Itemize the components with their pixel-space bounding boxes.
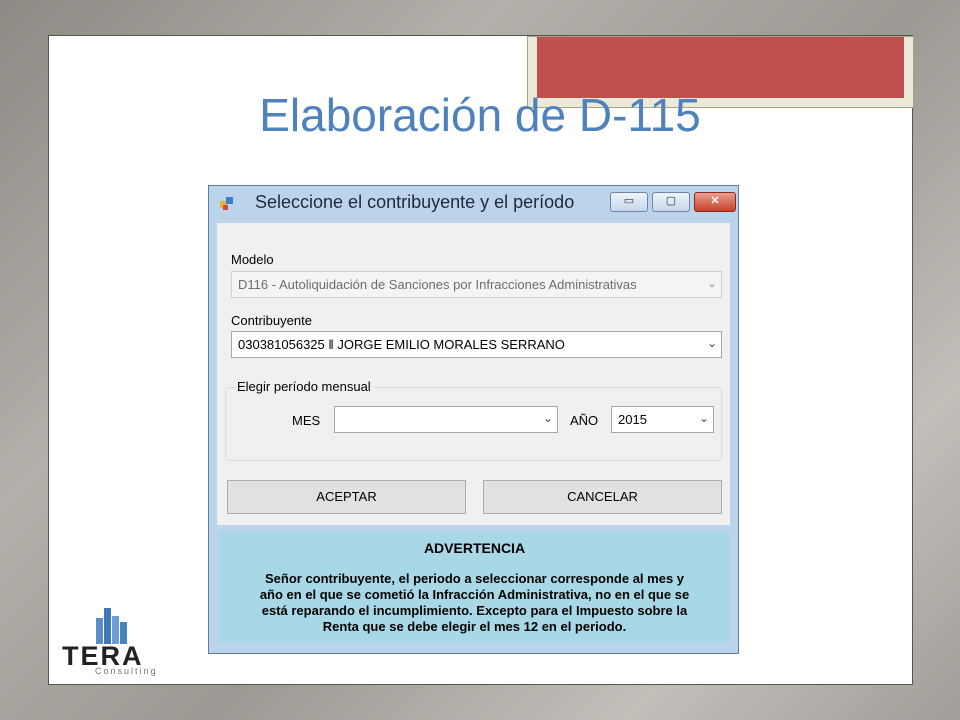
chevron-down-icon: ⌄ [706, 336, 717, 350]
contribuyente-value: 030381056325 ‖ JORGE EMILIO MORALES SERR… [238, 337, 565, 352]
chevron-down-icon: ⌄ [542, 411, 553, 425]
warning-line: Renta que se debe elegir el mes 12 en el… [322, 619, 627, 634]
anio-select[interactable]: 2015 ⌄ [611, 406, 714, 433]
anio-value: 2015 [618, 412, 647, 427]
warning-line: Señor contribuyente, el periodo a selecc… [264, 571, 685, 586]
warning-text: Señor contribuyente, el periodo a selecc… [225, 571, 724, 635]
window-title: Seleccione el contribuyente y el período [255, 192, 575, 212]
logo-subtitle: Consulting [95, 666, 158, 676]
periodo-group-title: Elegir período mensual [234, 379, 374, 394]
mes-select[interactable]: ⌄ [334, 406, 558, 433]
cancelar-button[interactable]: CANCELAR [483, 480, 722, 514]
dialog-body: Modelo D116 - Autoliquidación de Sancion… [217, 223, 730, 525]
contribuyente-select[interactable]: 030381056325 ‖ JORGE EMILIO MORALES SERR… [231, 331, 722, 358]
window-titlebar[interactable]: Seleccione el contribuyente y el período… [209, 186, 738, 222]
anio-label: AÑO [570, 413, 599, 428]
contribuyente-label: Contribuyente [231, 313, 312, 328]
warning-title: ADVERTENCIA [423, 540, 526, 556]
chevron-down-icon: ⌄ [706, 276, 717, 290]
modelo-label: Modelo [231, 252, 274, 267]
modelo-select: D116 - Autoliquidación de Sanciones por … [231, 271, 722, 298]
slide-title: Elaboración de D-115 [259, 89, 701, 141]
dialog-window: Seleccione el contribuyente y el período… [208, 185, 739, 654]
minimize-button[interactable]: ▭ [610, 192, 648, 212]
periodo-group: Elegir período mensual MES ⌄ AÑO 2015 ⌄ [225, 379, 722, 461]
modelo-value: D116 - Autoliquidación de Sanciones por … [238, 277, 637, 292]
close-button[interactable]: ✕ [694, 192, 736, 212]
aceptar-button[interactable]: ACEPTAR [227, 480, 466, 514]
maximize-button[interactable]: ▢ [652, 192, 690, 212]
app-icon [220, 197, 233, 210]
mes-label: MES [292, 413, 321, 428]
warning-line: año en el que se cometió la Infracción A… [259, 587, 690, 602]
warning-line: está reparando el incumplimiento. Except… [261, 603, 688, 618]
chevron-down-icon: ⌄ [698, 411, 709, 425]
warning-panel: ADVERTENCIA Señor contribuyente, el peri… [219, 531, 730, 643]
